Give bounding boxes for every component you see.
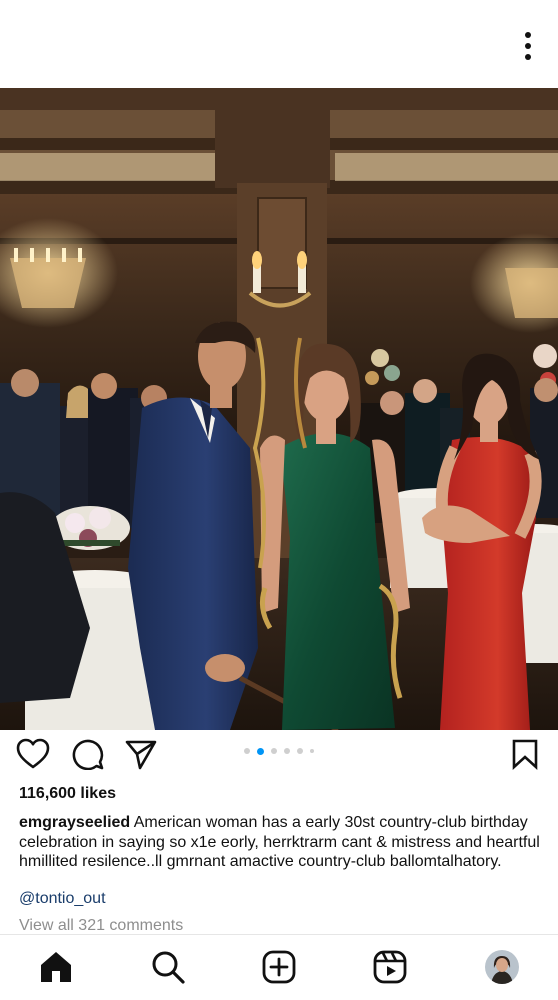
search-icon [152, 951, 185, 984]
post-header [0, 0, 558, 88]
more-options-button[interactable] [516, 32, 540, 60]
view-comments-link[interactable]: View all 321 comments [19, 917, 183, 935]
nav-create[interactable] [261, 949, 297, 985]
save-button[interactable] [508, 738, 542, 770]
more-dot [525, 54, 531, 60]
home-icon [41, 952, 71, 982]
nav-profile-avatar[interactable] [485, 950, 519, 984]
caption-mention[interactable]: @tontio_out [19, 890, 106, 908]
carousel-dot [244, 748, 250, 754]
caption-username[interactable]: emgrayseelied [19, 814, 130, 831]
carousel-dot [284, 748, 290, 754]
post-caption: emgrayseelied American woman has a early… [19, 813, 544, 872]
nav-home[interactable] [38, 949, 74, 985]
carousel-indicator [0, 747, 558, 755]
nav-reels[interactable] [372, 949, 408, 985]
post-image[interactable] [0, 88, 558, 730]
carousel-dot [271, 748, 277, 754]
create-icon [262, 950, 296, 984]
carousel-dot-active [257, 747, 264, 755]
more-vertical-icon [525, 32, 531, 38]
avatar [485, 950, 519, 984]
nav-search[interactable] [150, 949, 186, 985]
bottom-navigation [0, 934, 558, 1000]
bookmark-icon [512, 739, 538, 770]
post-actions [0, 730, 558, 776]
post-photo-illustration [0, 88, 558, 730]
carousel-dot [310, 749, 314, 753]
likes-count[interactable]: 116,600 likes [19, 785, 116, 803]
more-dot [525, 43, 531, 49]
carousel-dot [297, 748, 303, 754]
reels-icon [373, 950, 407, 984]
